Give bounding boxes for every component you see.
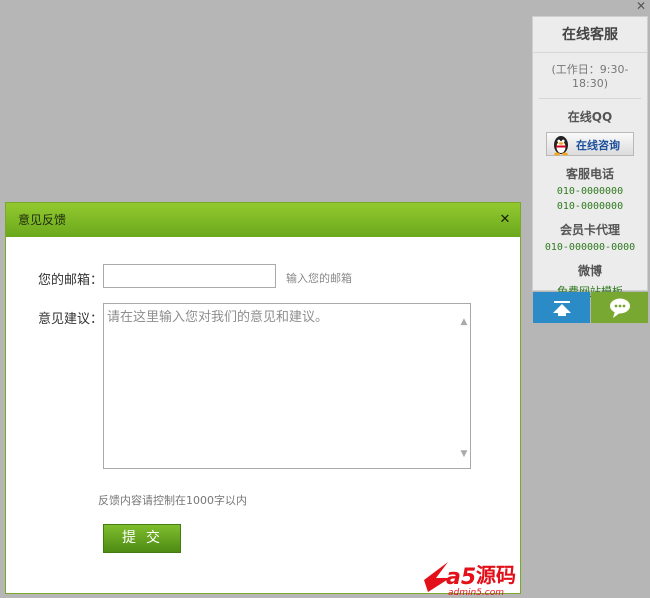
card-agent-heading: 会员卡代理 (559, 223, 620, 237)
arrow-up-icon (553, 301, 571, 316)
qq-heading: 在线QQ (567, 110, 613, 124)
qq-consult-button[interactable]: 在线咨询 (546, 132, 634, 156)
submit-button[interactable]: 提交 (103, 524, 181, 553)
weibo-heading: 微博 (577, 264, 602, 278)
email-label: 您的邮箱： (38, 273, 104, 288)
scroll-down-icon[interactable]: ▼ (459, 449, 469, 459)
dialog-title: 意见反馈 (18, 213, 67, 227)
chat-bubble-icon (610, 298, 630, 318)
qq-consult-label: 在线咨询 (576, 139, 620, 152)
phone-number: 010-0000000 (556, 186, 624, 197)
feedback-dialog: 意见反馈 ✕ 您的邮箱： 输入您的邮箱 意见建议： ▲ ▼ 反馈内容请控制在10… (5, 202, 521, 594)
suggestion-textarea[interactable] (103, 303, 471, 469)
svg-text:源码: 源码 (476, 563, 516, 587)
chat-button[interactable] (591, 292, 648, 323)
panel-close-icon[interactable]: ✕ (634, 0, 648, 12)
phone-number: 010-0000000 (556, 201, 624, 212)
back-to-top-button[interactable] (533, 292, 590, 323)
phone-heading: 客服电话 (565, 167, 614, 181)
svg-text:a5: a5 (446, 565, 476, 590)
email-hint: 输入您的邮箱 (286, 272, 352, 285)
card-agent-phone: 010-000000-0000 (544, 242, 636, 253)
dialog-close-icon[interactable]: ✕ (498, 203, 512, 237)
suggestion-label: 意见建议： (38, 312, 104, 327)
email-input[interactable] (103, 264, 276, 288)
a5-watermark-logo: a5 源码 admin5.com (424, 562, 516, 596)
online-service-panel: 在线客服 (工作日：9:30-18:30) 在线QQ 在线咨询 客服电话 010… (532, 16, 648, 298)
scroll-up-icon[interactable]: ▲ (459, 317, 469, 327)
length-limit-note: 反馈内容请控制在1000字以内 (98, 494, 247, 507)
service-title: 在线客服 (533, 17, 647, 53)
dialog-header: 意见反馈 ✕ (6, 203, 520, 237)
service-hours: (工作日：9:30-18:30) (539, 61, 641, 99)
svg-text:admin5.com: admin5.com (448, 588, 504, 596)
qq-penguin-icon (554, 136, 568, 156)
